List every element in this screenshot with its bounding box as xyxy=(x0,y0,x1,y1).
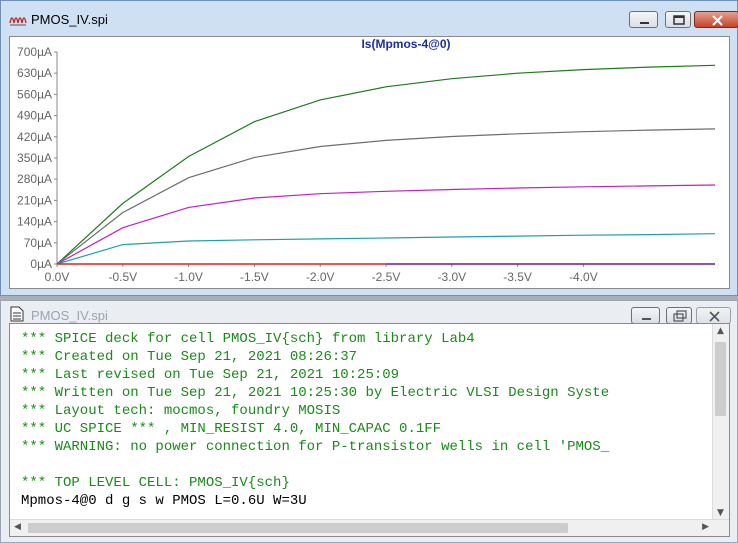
netlist-line: *** WARNING: no power connection for P-t… xyxy=(21,439,610,455)
netlist-line: *** Layout tech: mocmos, foundry MOSIS xyxy=(21,403,341,419)
y-tick-label: 630µA xyxy=(17,66,52,80)
y-tick-label: 700µA xyxy=(17,45,52,59)
netlist-line: *** Created on Tue Sep 21, 2021 08:26:37 xyxy=(21,349,358,365)
document-icon xyxy=(10,306,24,322)
series-line xyxy=(56,64,716,265)
netlist-line: *** SPICE deck for cell PMOS_IV{sch} fro… xyxy=(21,331,475,347)
netlist-line: *** TOP LEVEL CELL: PMOS_IV{sch} xyxy=(21,475,290,491)
waveform-title: PMOS_IV.spi xyxy=(31,12,108,27)
netlist-title: PMOS_IV.spi xyxy=(31,308,108,323)
netlist-line: *** Written on Tue Sep 21, 2021 10:25:30… xyxy=(21,385,610,401)
netlist-window: PMOS_IV.spi *** SPICE deck for cell PMOS… xyxy=(0,300,738,543)
x-tick-label: -4.0V xyxy=(569,270,598,284)
waveform-icon xyxy=(9,17,27,26)
y-tick-label: 490µA xyxy=(17,109,52,123)
x-tick-label: -3.0V xyxy=(437,270,466,284)
maximize-button[interactable] xyxy=(665,11,691,28)
netlist-text-area[interactable]: *** SPICE deck for cell PMOS_IV{sch} fro… xyxy=(9,323,730,537)
series-line xyxy=(56,128,716,265)
y-tick-label: 280µA xyxy=(17,172,52,186)
x-tick-label: 0.0V xyxy=(45,270,70,284)
scroll-right-icon[interactable]: ▶ xyxy=(702,522,709,532)
y-tick-label: 350µA xyxy=(17,151,52,165)
scroll-down-icon[interactable]: ▼ xyxy=(717,508,724,518)
x-tick-label: -2.0V xyxy=(306,270,335,284)
series-line xyxy=(56,184,716,265)
waveform-titlebar[interactable]: PMOS_IV.spi xyxy=(1,1,738,37)
x-tick-label: -1.0V xyxy=(174,270,203,284)
y-tick-label: 0µA xyxy=(30,257,52,271)
y-tick-label: 210µA xyxy=(17,193,52,207)
y-tick-label: 420µA xyxy=(17,130,52,144)
iv-chart: Is(Mpmos-4@0) 0µA 70µA 140µA 210µA 280µA 350µA… xyxy=(17,37,716,284)
scroll-up-icon[interactable]: ▲ xyxy=(717,326,724,336)
x-tick-label: -1.5V xyxy=(240,270,269,284)
minimize-icon xyxy=(640,22,649,24)
netlist-close-button[interactable] xyxy=(696,307,731,324)
y-tick-label: 560µA xyxy=(17,87,52,101)
netlist-titlebar[interactable]: PMOS_IV.spi xyxy=(1,301,737,324)
y-tick-label: 140µA xyxy=(17,215,52,229)
netlist-maximize-button[interactable] xyxy=(666,307,692,324)
horizontal-scrollbar[interactable]: ◀ ▶ xyxy=(10,519,729,536)
horizontal-scroll-thumb[interactable] xyxy=(28,523,568,533)
series-line xyxy=(56,233,716,265)
vertical-scrollbar[interactable]: ▲ ▼ xyxy=(712,324,729,520)
vertical-scroll-thumb[interactable] xyxy=(715,342,726,416)
netlist-line: *** UC SPICE *** , MIN_RESIST 4.0, MIN_C… xyxy=(21,421,442,437)
maximize-icon xyxy=(673,15,685,25)
minimize-button[interactable] xyxy=(629,11,658,28)
close-button[interactable] xyxy=(694,11,738,28)
close-icon xyxy=(712,15,723,26)
plot-pane[interactable]: Is(Mpmos-4@0) 0µA 70µA 140µA 210µA 280µA 350µA… xyxy=(9,36,730,289)
waveform-window: PMOS_IV.spi Is(Mpmos-4@0) 0µA 70µA 140µA 210… xyxy=(0,0,738,296)
y-tick-label: 70µA xyxy=(24,236,52,250)
netlist-line: Mpmos-4@0 d g s w PMOS L=0.6U W=3U xyxy=(21,493,307,509)
x-tick-label: -2.5V xyxy=(372,270,401,284)
netlist-minimize-button[interactable] xyxy=(631,307,660,324)
x-tick-label: -0.5V xyxy=(108,270,137,284)
x-tick-label: -3.5V xyxy=(503,270,532,284)
chart-title: Is(Mpmos-4@0) xyxy=(361,37,450,51)
netlist-line: *** Last revised on Tue Sep 21, 2021 10:… xyxy=(21,367,400,383)
scroll-left-icon[interactable]: ◀ xyxy=(14,522,21,532)
